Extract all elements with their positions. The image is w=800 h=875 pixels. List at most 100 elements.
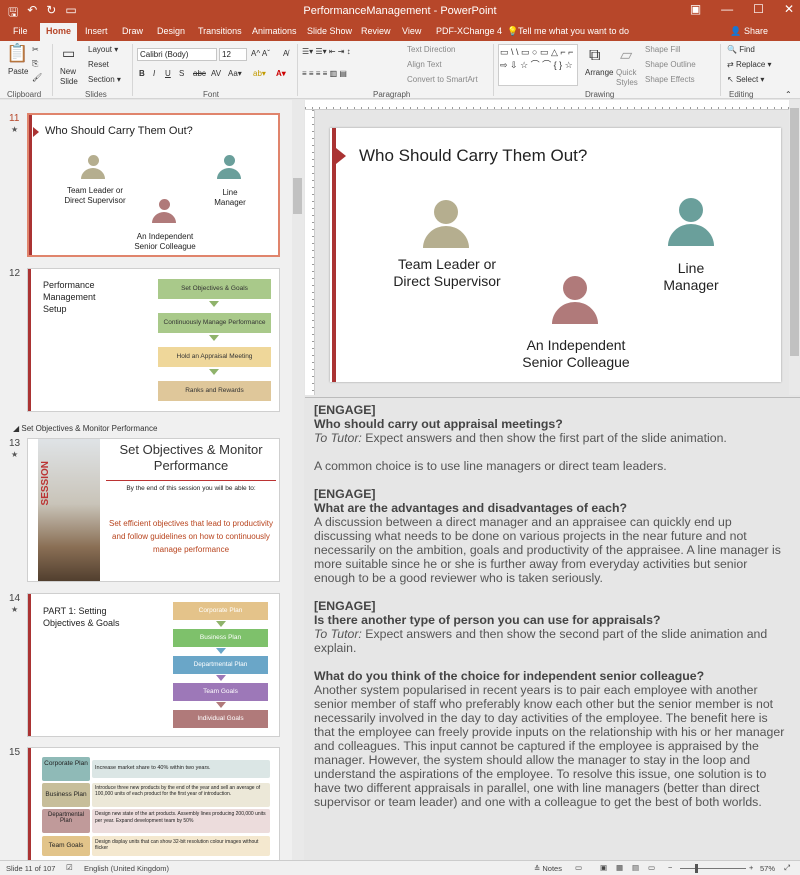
- slide-title[interactable]: Who Should Carry Them Out?: [359, 146, 587, 166]
- zoom-out-icon[interactable]: −: [668, 863, 672, 872]
- spellcheck-icon[interactable]: ☑: [66, 863, 73, 872]
- strikethrough-button[interactable]: abc: [193, 69, 206, 78]
- minimize-icon[interactable]: —: [721, 2, 733, 16]
- format-painter-icon[interactable]: 🖌: [32, 73, 42, 82]
- underline-button[interactable]: U: [165, 69, 171, 78]
- zoom-slider-thumb[interactable]: [695, 864, 698, 873]
- comments-icon[interactable]: ▭: [575, 863, 582, 872]
- shape-fill-button[interactable]: Shape Fill: [645, 45, 681, 54]
- paragraph-group-label: Paragraph: [373, 90, 411, 99]
- notes-button[interactable]: ≙ Notes: [534, 864, 562, 873]
- slide-thumbnail-11[interactable]: Who Should Carry Them Out? Team Leader o…: [27, 113, 280, 257]
- font-color-icon[interactable]: A▾: [276, 69, 286, 78]
- arrange-icon[interactable]: ⧉: [589, 47, 600, 65]
- maximize-icon[interactable]: ☐: [753, 2, 764, 16]
- quick-styles-button[interactable]: Quick Styles: [616, 68, 642, 88]
- language-indicator[interactable]: English (United Kingdom): [84, 864, 169, 873]
- zoom-slider[interactable]: [680, 868, 746, 869]
- tab-home[interactable]: Home: [40, 23, 78, 41]
- flow-step: Hold an Appraisal Meeting: [158, 347, 271, 367]
- shape-outline-button[interactable]: Shape Outline: [645, 60, 696, 69]
- arrange-button[interactable]: Arrange: [585, 68, 613, 77]
- font-size-box[interactable]: 12: [219, 48, 247, 61]
- change-case-button[interactable]: Aa▾: [228, 69, 242, 78]
- convert-smartart-button[interactable]: Convert to SmartArt: [407, 75, 478, 84]
- cut-icon[interactable]: ✂: [32, 45, 39, 54]
- tab-draw[interactable]: Draw: [122, 26, 143, 36]
- reset-button[interactable]: Reset: [88, 60, 109, 69]
- scrollbar-thumb[interactable]: [790, 108, 799, 356]
- thumbnail-scrollbar[interactable]: [292, 100, 304, 860]
- collapse-ribbon-icon[interactable]: ⌃: [785, 90, 792, 99]
- spacing-button[interactable]: AV: [211, 69, 221, 78]
- shadow-button[interactable]: S: [179, 69, 184, 78]
- slide-scrollbar[interactable]: [789, 100, 800, 395]
- person-label[interactable]: Team Leader or Direct Supervisor: [382, 256, 512, 290]
- slide-thumbnail-12[interactable]: Performance Management Setup Set Objecti…: [27, 268, 280, 412]
- font-name-box[interactable]: Calibri (Body): [137, 48, 217, 61]
- quick-styles-icon[interactable]: ▱: [620, 45, 632, 65]
- slide-thumbnail-13[interactable]: SESSION Set Objectives & Monitor Perform…: [27, 438, 280, 582]
- find-button[interactable]: 🔍 Find: [727, 45, 755, 54]
- notes-engage: [ENGAGE]: [314, 487, 376, 501]
- person-icon[interactable]: [668, 198, 714, 246]
- share-button[interactable]: 👤 Share: [730, 26, 768, 37]
- slide-number: 13: [9, 438, 21, 449]
- bold-button[interactable]: B: [139, 69, 145, 78]
- tab-view[interactable]: View: [402, 26, 421, 36]
- tab-insert[interactable]: Insert: [85, 26, 108, 36]
- align-icons[interactable]: ≡ ≡ ≡ ≡ ▥ ▤: [302, 69, 347, 78]
- notes-text: A discussion between a direct manager an…: [314, 515, 781, 585]
- shapes-gallery[interactable]: ▭ \ \ ▭ ○ ▭ △ ⌐ ⌐ ⇨ ⇩ ☆ ⌒ ⌒ { } ☆: [498, 44, 578, 86]
- layout-button[interactable]: Layout ▾: [88, 45, 118, 54]
- paste-icon[interactable]: 📋: [6, 43, 28, 64]
- align-text-button[interactable]: Align Text: [407, 60, 442, 69]
- new-slide-icon[interactable]: ▭: [62, 45, 75, 62]
- person-icon[interactable]: [552, 276, 598, 324]
- person-icon[interactable]: [423, 200, 469, 248]
- italic-button[interactable]: I: [153, 69, 155, 78]
- tab-file[interactable]: File: [13, 26, 28, 36]
- grow-font-icon[interactable]: A^ Aˇ: [251, 49, 270, 58]
- shape-effects-button[interactable]: Shape Effects: [645, 75, 695, 84]
- flow-step: Individual Goals: [173, 710, 268, 728]
- zoom-in-icon[interactable]: +: [749, 863, 753, 872]
- tab-transitions[interactable]: Transitions: [198, 26, 242, 36]
- thumb-body: Set efficient objectives that lead to pr…: [109, 519, 273, 554]
- tab-design[interactable]: Design: [157, 26, 185, 36]
- scrollbar-thumb[interactable]: [293, 178, 302, 214]
- slide-thumbnail-15[interactable]: Corporate Plan Increase market share to …: [27, 747, 280, 860]
- notes-pane[interactable]: [ENGAGE] Who should carry out appraisal …: [305, 397, 800, 859]
- select-button[interactable]: ↖ Select ▾: [727, 75, 764, 84]
- title-bar: 🖫 ↶ ↻ ▭ PerformanceManagement - PowerPoi…: [0, 0, 800, 22]
- ribbon-display-icon[interactable]: ▣: [690, 2, 701, 16]
- row-text: Design display units that can show 32-bi…: [92, 836, 270, 856]
- tab-animations[interactable]: Animations: [252, 26, 297, 36]
- tab-slide-show[interactable]: Slide Show: [307, 26, 352, 36]
- normal-view-icon[interactable]: ▣: [600, 863, 607, 872]
- slide-sorter-icon[interactable]: ▦: [616, 863, 623, 872]
- slide-thumbnail-14[interactable]: PART 1: Setting Objectives & Goals Corpo…: [27, 593, 280, 737]
- clear-format-icon[interactable]: A̸: [283, 49, 288, 58]
- tell-me-search[interactable]: Tell me what you want to do: [518, 26, 629, 36]
- person-label[interactable]: Line Manager: [652, 260, 730, 294]
- paste-button[interactable]: Paste: [8, 67, 28, 76]
- bullets-icon[interactable]: ☰▾ ☰▾ ⇤ ⇥ ↕: [302, 47, 351, 56]
- new-slide-button[interactable]: New Slide: [60, 67, 84, 87]
- fit-to-window-icon[interactable]: ⤢: [784, 863, 790, 873]
- row-label: Corporate Plan: [42, 757, 90, 781]
- section-button[interactable]: Section ▾: [88, 75, 121, 84]
- zoom-level[interactable]: 57%: [760, 864, 775, 873]
- section-header[interactable]: ◢ Set Objectives & Monitor Performance: [13, 424, 157, 433]
- close-icon[interactable]: ✕: [784, 2, 794, 16]
- tab-review[interactable]: Review: [361, 26, 391, 36]
- person-label[interactable]: An Independent Senior Colleague: [508, 337, 644, 371]
- replace-button[interactable]: ⇄ Replace ▾: [727, 60, 772, 69]
- tab-pdf-xchange[interactable]: PDF-XChange 4: [436, 26, 502, 36]
- current-slide[interactable]: Who Should Carry Them Out? Team Leader o…: [330, 128, 781, 382]
- slideshow-icon[interactable]: ▭: [648, 863, 655, 872]
- highlight-icon[interactable]: ab▾: [253, 69, 266, 78]
- reading-view-icon[interactable]: ▤: [632, 863, 639, 872]
- copy-icon[interactable]: ⎘: [32, 59, 38, 69]
- text-direction-button[interactable]: Text Direction: [407, 45, 455, 54]
